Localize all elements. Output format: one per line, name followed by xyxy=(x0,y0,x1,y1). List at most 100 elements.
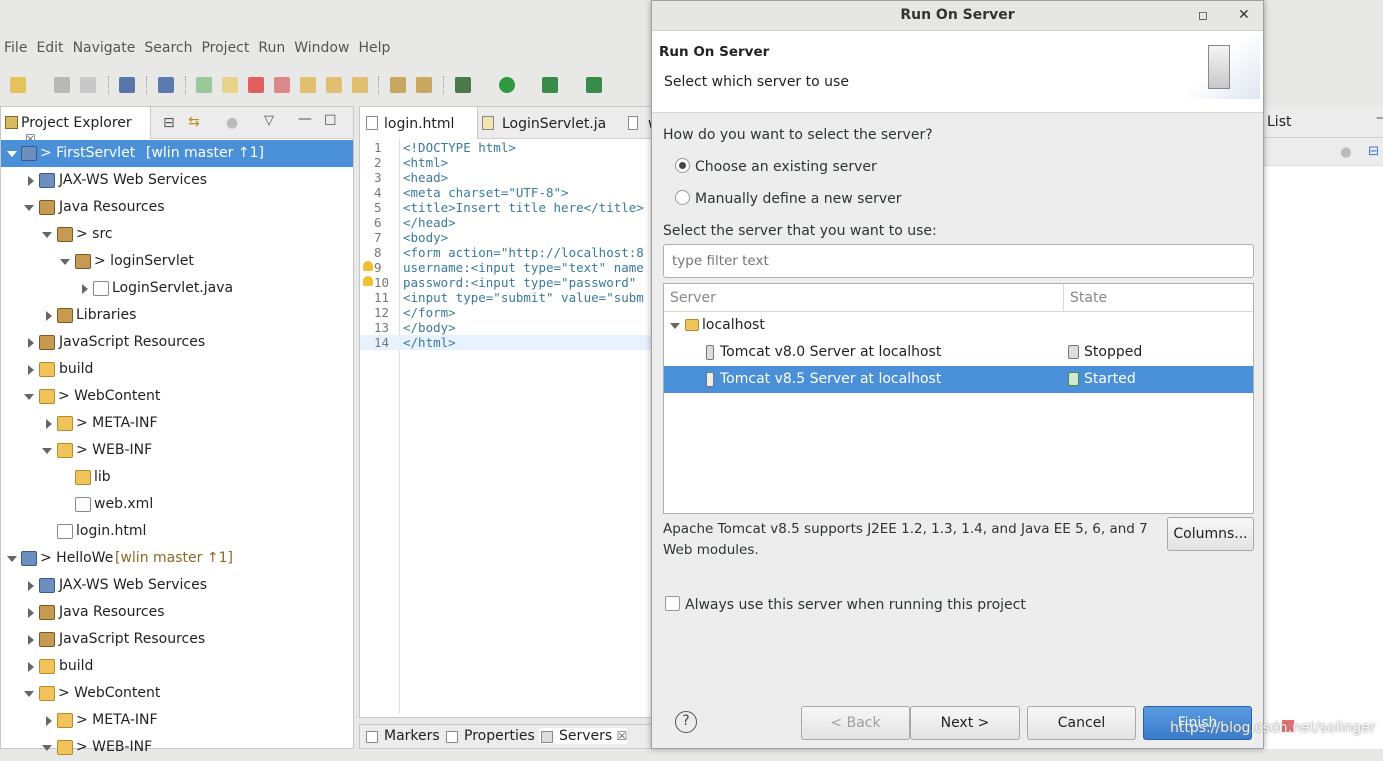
step-into-icon[interactable] xyxy=(300,77,316,93)
menu-run[interactable]: Run xyxy=(254,40,290,56)
expanded-arrow-icon[interactable] xyxy=(7,151,17,157)
expanded-arrow-icon[interactable] xyxy=(42,745,52,751)
tree-item[interactable]: login.html xyxy=(1,518,353,545)
collapsed-arrow-icon[interactable] xyxy=(46,716,52,726)
next-button[interactable]: Next > xyxy=(910,706,1020,740)
minimize-icon[interactable]: — xyxy=(298,111,312,127)
tree-item[interactable]: > WEB-INF xyxy=(1,437,353,464)
tab-project-explorer[interactable]: Project Explorer ☒ xyxy=(1,107,151,146)
column-state[interactable]: State xyxy=(1070,290,1107,306)
tree-item[interactable]: > FirstServlet [wlin master ↑1] xyxy=(1,140,353,167)
collapsed-arrow-icon[interactable] xyxy=(28,338,34,348)
tree-item[interactable]: > src xyxy=(1,221,353,248)
tab-servers[interactable]: Servers ☒ xyxy=(539,728,628,744)
menu-search[interactable]: Search xyxy=(140,40,197,56)
menu-file[interactable]: File xyxy=(0,40,32,56)
skip-breakpoints-icon[interactable] xyxy=(158,77,174,93)
filter-icon[interactable]: ● xyxy=(226,115,238,131)
server-row[interactable]: Tomcat v8.5 Server at localhost Started xyxy=(664,366,1253,393)
always-use-label[interactable]: Always use this server when running this… xyxy=(685,597,1026,613)
view-menu-icon[interactable]: ▽ xyxy=(264,113,274,128)
tab-markers[interactable]: Markers xyxy=(364,728,440,744)
expanded-arrow-icon[interactable] xyxy=(42,448,52,454)
expanded-arrow-icon[interactable] xyxy=(24,691,34,697)
radio-existing-label[interactable]: Choose an existing server xyxy=(695,159,877,175)
tab-loginservlet-java[interactable]: LoginServlet.ja xyxy=(478,107,624,139)
collapsed-arrow-icon[interactable] xyxy=(28,581,34,591)
save-all-icon[interactable] xyxy=(80,77,96,93)
expanded-arrow-icon[interactable] xyxy=(60,259,70,265)
collapsed-arrow-icon[interactable] xyxy=(28,608,34,618)
cancel-button[interactable]: Cancel xyxy=(1027,706,1136,740)
column-server[interactable]: Server xyxy=(670,290,716,306)
tree-item[interactable]: JAX-WS Web Services xyxy=(1,572,353,599)
tree-item[interactable]: > WebContent xyxy=(1,383,353,410)
tree-item[interactable]: Java Resources xyxy=(1,599,353,626)
run-icon[interactable] xyxy=(499,77,515,93)
tree-item[interactable]: > WEB-INF xyxy=(1,734,353,761)
tree-item[interactable]: > HelloWe [wlin master ↑1] xyxy=(1,545,353,572)
always-use-checkbox[interactable] xyxy=(665,596,680,611)
collapsed-arrow-icon[interactable] xyxy=(28,662,34,672)
terminal-icon[interactable] xyxy=(119,77,135,93)
save-icon[interactable] xyxy=(54,77,70,93)
tab-login-html[interactable]: login.html xyxy=(360,107,478,139)
server-row[interactable]: Tomcat v8.0 Server at localhost Stopped xyxy=(664,339,1253,366)
maximize-icon[interactable]: ☐ xyxy=(324,113,337,129)
expanded-arrow-icon[interactable] xyxy=(24,205,34,211)
menu-edit[interactable]: Edit xyxy=(32,40,68,56)
debug-icon[interactable] xyxy=(455,77,471,93)
tab-properties[interactable]: Properties xyxy=(444,728,535,744)
step-return-icon[interactable] xyxy=(352,77,368,93)
filter-icon[interactable]: ● xyxy=(1340,144,1352,160)
format-icon[interactable] xyxy=(390,77,406,93)
maximize-icon[interactable]: ◻ xyxy=(1198,1,1208,29)
minimize-icon[interactable]: — xyxy=(1376,110,1383,126)
menu-project[interactable]: Project xyxy=(197,40,254,56)
radio-manual-server[interactable] xyxy=(675,190,690,205)
new-icon[interactable] xyxy=(10,77,26,93)
tree-item[interactable]: > META-INF xyxy=(1,707,353,734)
expanded-arrow-icon[interactable] xyxy=(7,556,17,562)
suspend-icon[interactable] xyxy=(222,77,238,93)
expanded-arrow-icon[interactable] xyxy=(42,232,52,238)
tree-item[interactable]: lib xyxy=(1,464,353,491)
menu-window[interactable]: Window xyxy=(290,40,354,56)
menu-navigate[interactable]: Navigate xyxy=(69,40,141,56)
collapsed-arrow-icon[interactable] xyxy=(82,284,88,294)
expand-arrow-icon[interactable] xyxy=(670,323,680,329)
collapsed-arrow-icon[interactable] xyxy=(46,419,52,429)
tree-item[interactable]: > WebContent xyxy=(1,680,353,707)
server-group-row[interactable]: localhost xyxy=(664,312,1253,339)
terminate-icon[interactable] xyxy=(248,77,264,93)
external-tools-icon[interactable] xyxy=(586,77,602,93)
resume-icon[interactable] xyxy=(196,77,212,93)
columns-button[interactable]: Columns... xyxy=(1167,517,1254,551)
collapse-icon[interactable]: ⊟ xyxy=(1368,143,1379,159)
radio-existing-server[interactable] xyxy=(675,158,690,173)
tree-item[interactable]: build xyxy=(1,356,353,383)
step-over-icon[interactable] xyxy=(326,77,342,93)
back-button[interactable]: < Back xyxy=(801,706,910,740)
collapsed-arrow-icon[interactable] xyxy=(28,365,34,375)
disconnect-icon[interactable] xyxy=(274,77,290,93)
close-icon[interactable]: ☒ xyxy=(617,729,628,743)
tree-item[interactable]: > META-INF xyxy=(1,410,353,437)
collapsed-arrow-icon[interactable] xyxy=(46,311,52,321)
tree-item[interactable]: build xyxy=(1,653,353,680)
collapsed-arrow-icon[interactable] xyxy=(28,635,34,645)
tree-item[interactable]: web.xml xyxy=(1,491,353,518)
tab-task-list[interactable]: List xyxy=(1267,114,1291,130)
help-icon[interactable]: ? xyxy=(675,711,697,733)
collapse-all-icon[interactable]: ⊟ xyxy=(163,115,175,131)
link-with-editor-icon[interactable]: ⇆ xyxy=(188,114,200,130)
tree-item[interactable]: Libraries xyxy=(1,302,353,329)
close-icon[interactable]: ✕ xyxy=(1238,1,1250,29)
collapsed-arrow-icon[interactable] xyxy=(28,176,34,186)
tree-item[interactable]: JavaScript Resources xyxy=(1,626,353,653)
expanded-arrow-icon[interactable] xyxy=(24,394,34,400)
radio-manual-label[interactable]: Manually define a new server xyxy=(695,191,902,207)
run-on-server-icon[interactable] xyxy=(542,77,558,93)
tree-item[interactable]: JAX-WS Web Services xyxy=(1,167,353,194)
tree-item[interactable]: LoginServlet.java xyxy=(1,275,353,302)
